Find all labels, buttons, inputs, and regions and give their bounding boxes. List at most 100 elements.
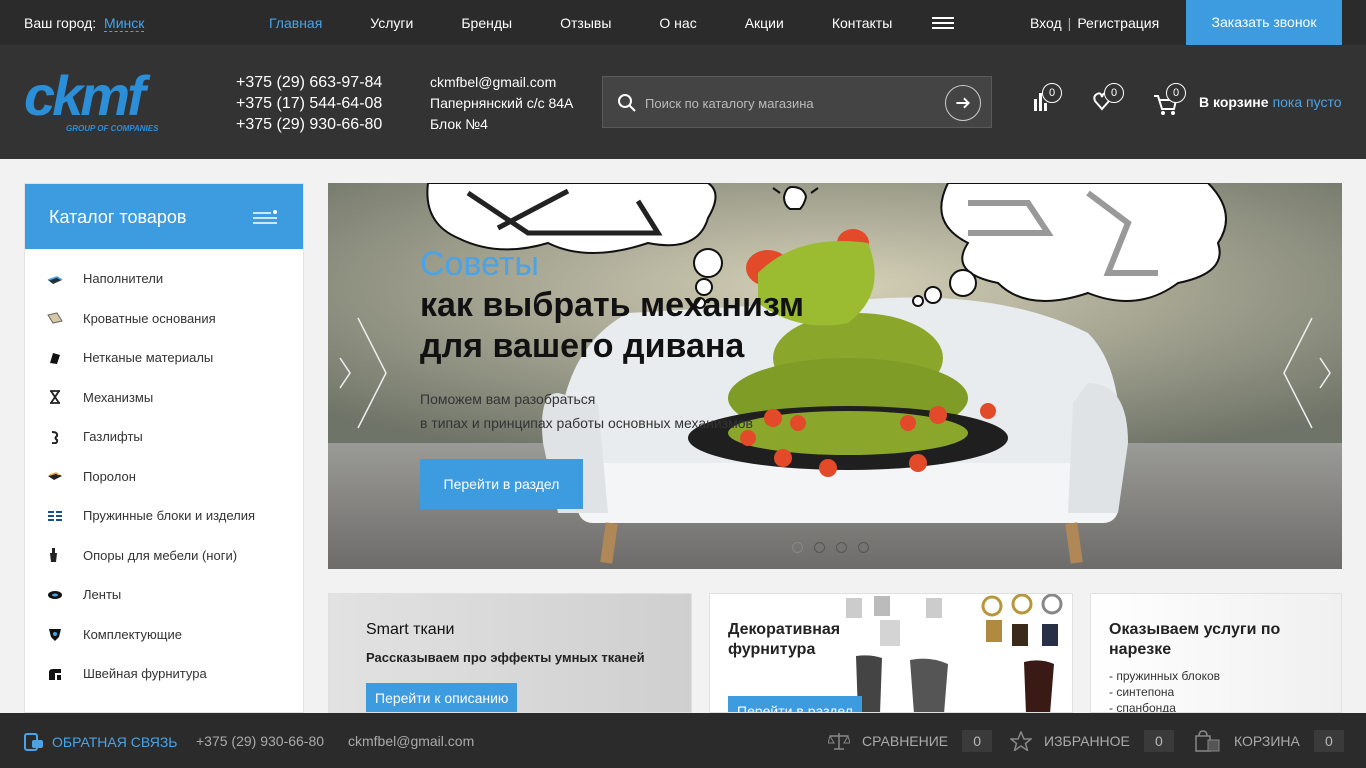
star-icon bbox=[1010, 731, 1032, 751]
nav-home[interactable]: Главная bbox=[269, 15, 322, 31]
card-smart-fabrics[interactable]: Smart ткани Рассказываем про эффекты умн… bbox=[328, 593, 692, 713]
cart-label: В корзине bbox=[1199, 94, 1269, 110]
phone-2[interactable]: +375 (17) 544-64-08 bbox=[236, 93, 382, 114]
footer-favorites-count: 0 bbox=[1143, 730, 1174, 752]
hardware-image bbox=[846, 594, 1063, 712]
catalog-item-label: Наполнители bbox=[83, 271, 164, 287]
nav-about[interactable]: О нас bbox=[659, 15, 696, 31]
nonwoven-icon bbox=[50, 352, 60, 364]
feedback-label: ОБРАТНАЯ СВЯЗЬ bbox=[52, 734, 178, 750]
footer-cart[interactable]: КОРЗИНА 0 bbox=[1194, 730, 1344, 752]
filler-icon bbox=[47, 275, 63, 284]
catalog-item-sewing[interactable]: Швейная фурнитура bbox=[25, 654, 303, 694]
favorites-link[interactable]: 0 bbox=[1092, 83, 1128, 119]
footer-phone[interactable]: +375 (29) 930-66-80 bbox=[196, 733, 324, 749]
slider-dot[interactable] bbox=[814, 542, 825, 553]
nav-promotions[interactable]: Акции bbox=[745, 15, 784, 31]
components-icon bbox=[49, 629, 61, 642]
catalog-item-foam[interactable]: Поролон bbox=[25, 457, 303, 497]
request-call-button[interactable]: Заказать звонок bbox=[1186, 0, 1342, 45]
nav-contacts[interactable]: Контакты bbox=[832, 15, 892, 31]
logo[interactable]: ckmf GROUP OF COMPANIES bbox=[24, 64, 192, 135]
footer-compare[interactable]: СРАВНЕНИЕ 0 bbox=[828, 730, 993, 752]
footer-favorites[interactable]: ИЗБРАННОЕ 0 bbox=[1010, 730, 1174, 752]
city-label: Ваш город: bbox=[24, 15, 97, 31]
banner-title: как выбрать механизм для вашего дивана bbox=[420, 286, 805, 365]
login-link[interactable]: Вход bbox=[1030, 15, 1062, 31]
phone-list: +375 (29) 663-97-84 +375 (17) 544-64-08 … bbox=[236, 72, 382, 135]
cart-status-link[interactable]: пока пусто bbox=[1273, 94, 1342, 110]
catalog-item-nonwoven[interactable]: Нетканые материалы bbox=[25, 338, 303, 378]
card-service-item: - спанбонда bbox=[1109, 701, 1176, 713]
card-decorative-hardware[interactable]: Декоративная фурнитура Перейти в раздел bbox=[709, 593, 1073, 713]
catalog-item-label: Пружинные блоки и изделия bbox=[83, 508, 256, 524]
top-bar: Ваш город: Минск Главная Услуги Бренды О… bbox=[0, 0, 1366, 45]
gaslift-icon bbox=[51, 430, 59, 444]
nav-reviews[interactable]: Отзывы bbox=[560, 15, 611, 31]
banner-go-button[interactable]: Перейти в раздел bbox=[420, 459, 583, 509]
slider-dot[interactable] bbox=[836, 542, 847, 553]
nav-services[interactable]: Услуги bbox=[370, 15, 413, 31]
contact-info: ckmfbel@gmail.com Папернянский с/с 84А Б… bbox=[430, 72, 573, 135]
scales-icon bbox=[828, 733, 850, 750]
footer-compare-label: СРАВНЕНИЕ bbox=[862, 733, 949, 749]
more-menu-icon[interactable] bbox=[932, 17, 954, 29]
logo-text: ckmf bbox=[24, 71, 151, 127]
catalog-sidebar: Каталог товаров Наполнители Кроватные ос… bbox=[24, 183, 304, 713]
register-link[interactable]: Регистрация bbox=[1077, 15, 1159, 31]
catalog-item-fillers[interactable]: Наполнители bbox=[25, 259, 303, 299]
card-button[interactable]: Перейти к описанию bbox=[366, 683, 518, 712]
footer-cart-count: 0 bbox=[1313, 730, 1344, 752]
search-input[interactable] bbox=[645, 91, 935, 115]
catalog-item-tapes[interactable]: Ленты bbox=[25, 575, 303, 615]
catalog-item-gaslifts[interactable]: Газлифты bbox=[25, 417, 303, 457]
compare-link[interactable]: 0 bbox=[1030, 83, 1066, 119]
feedback-link[interactable]: ОБРАТНАЯ СВЯЗЬ bbox=[24, 732, 177, 752]
catalog-menu-icon[interactable] bbox=[253, 210, 277, 224]
feedback-icon bbox=[24, 733, 43, 751]
catalog-item-springs[interactable]: Пружинные блоки и изделия bbox=[25, 496, 303, 536]
slider-dot[interactable] bbox=[858, 542, 869, 553]
catalog-item-furniture-legs[interactable]: Опоры для мебели (ноги) bbox=[25, 536, 303, 576]
card-cutting-services[interactable]: Оказываем услуги по нарезке - пружинных … bbox=[1090, 593, 1342, 713]
nav-brands[interactable]: Бренды bbox=[461, 15, 512, 31]
phone-3[interactable]: +375 (29) 930-66-80 bbox=[236, 114, 382, 135]
footer-email[interactable]: ckmfbel@gmail.com bbox=[348, 733, 474, 749]
mechanism-icon bbox=[50, 390, 60, 405]
slider-dots bbox=[792, 542, 880, 553]
catalog-item-label: Швейная фурнитура bbox=[83, 666, 207, 682]
banner-subtitle-line-2: в типах и принципах работы основных меха… bbox=[420, 415, 753, 431]
search-submit-arrow-icon[interactable] bbox=[945, 85, 981, 121]
address-line-2: Блок №4 bbox=[430, 116, 488, 132]
auth-links: Вход | Регистрация bbox=[1030, 15, 1159, 31]
footer-cart-label: КОРЗИНА bbox=[1234, 733, 1300, 749]
search-icon bbox=[618, 94, 636, 112]
banner-image bbox=[328, 183, 1342, 569]
city-link[interactable]: Минск bbox=[104, 15, 145, 32]
catalog-header[interactable]: Каталог товаров bbox=[25, 184, 303, 249]
card-title: Оказываем услуги по нарезке bbox=[1109, 621, 1281, 658]
card-description: Рассказываем про эффекты умных тканей bbox=[366, 650, 645, 665]
banner-subtitle-line-1: Поможем вам разобраться bbox=[420, 391, 596, 407]
tape-icon bbox=[48, 590, 62, 599]
catalog-item-components[interactable]: Комплектующие bbox=[25, 615, 303, 655]
slider-dot[interactable] bbox=[792, 542, 803, 553]
cart-summary: В корзине пока пусто bbox=[1199, 94, 1342, 110]
phone-1[interactable]: +375 (29) 663-97-84 bbox=[236, 72, 382, 93]
catalog-item-bed-bases[interactable]: Кроватные основания bbox=[25, 299, 303, 339]
catalog-item-mechanisms[interactable]: Механизмы bbox=[25, 378, 303, 418]
banner-subtitle: Поможем вам разобраться в типах и принци… bbox=[420, 387, 800, 435]
bottom-bar: ОБРАТНАЯ СВЯЗЬ +375 (29) 930-66-80 ckmfb… bbox=[0, 713, 1366, 768]
city-selector: Ваш город: Минск bbox=[24, 15, 145, 32]
next-slide-arrow[interactable] bbox=[1280, 313, 1342, 433]
card-button[interactable]: Перейти в раздел bbox=[728, 696, 862, 712]
card-services-list: - пружинных блоков - синтепона - спанбон… bbox=[1109, 668, 1220, 713]
header-email[interactable]: ckmfbel@gmail.com bbox=[430, 72, 573, 93]
catalog-title: Каталог товаров bbox=[49, 207, 187, 227]
cart-link[interactable]: 0 bbox=[1154, 83, 1190, 119]
shopping-bag-icon bbox=[1195, 730, 1220, 752]
prev-slide-arrow[interactable] bbox=[328, 313, 390, 433]
bed-base-icon bbox=[47, 312, 63, 324]
card-title: Декоративная фурнитура bbox=[728, 621, 841, 658]
card-title: Smart ткани bbox=[366, 621, 455, 638]
